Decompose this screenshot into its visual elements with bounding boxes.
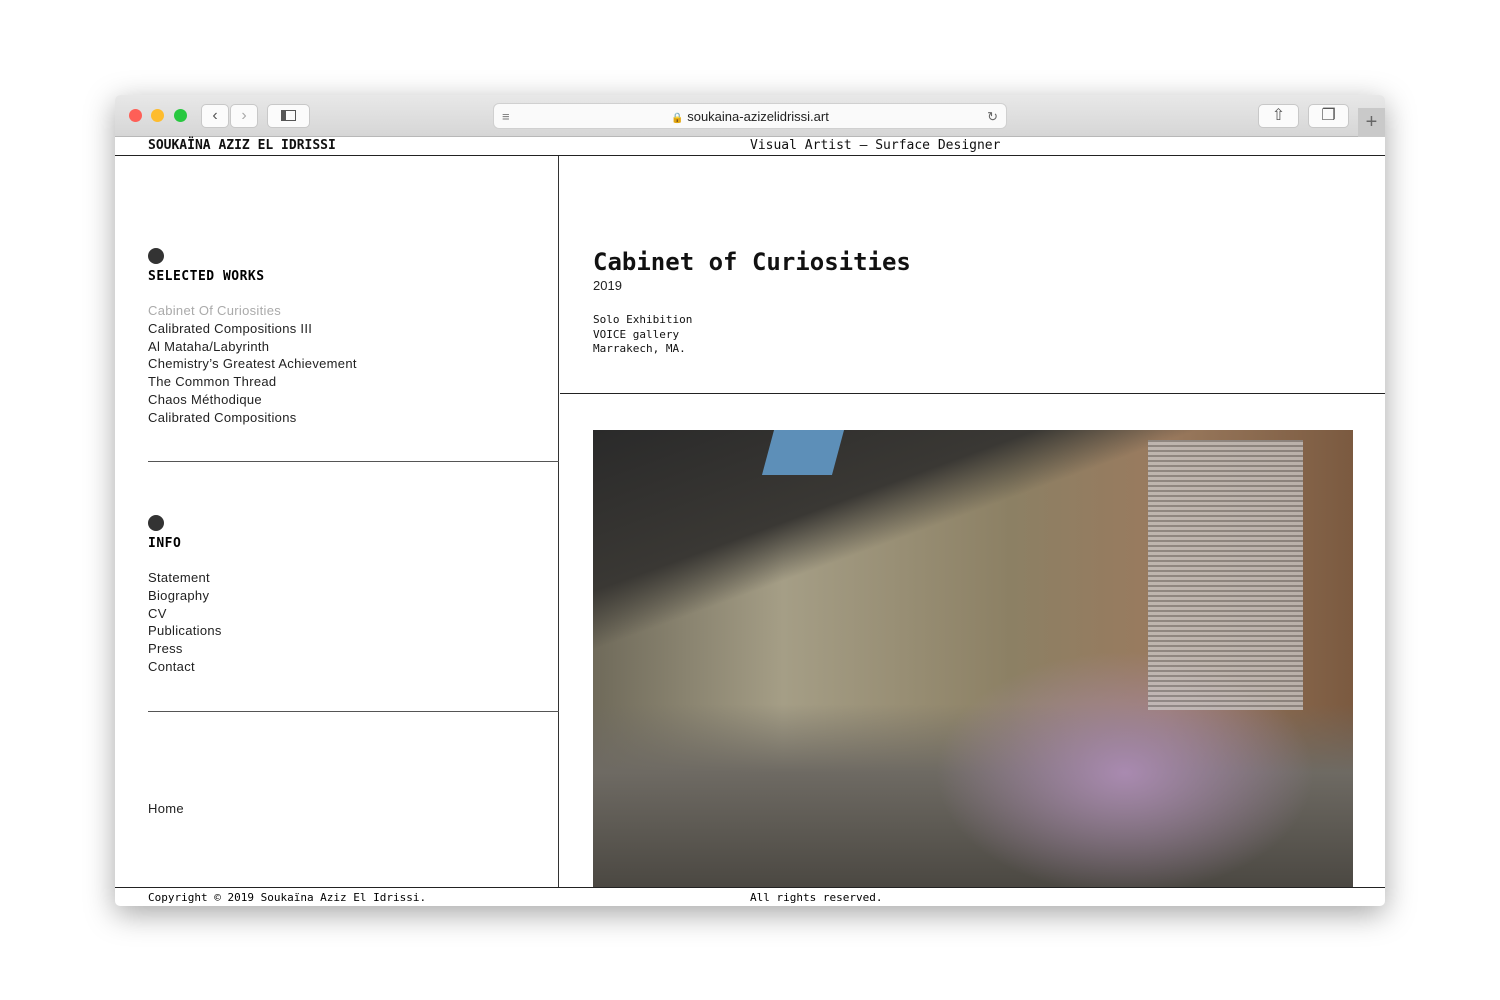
- works-link[interactable]: The Common Thread: [148, 373, 357, 391]
- site-header: SOUKAÏNA AZIZ EL IDRISSI Visual Artist –…: [115, 137, 1385, 156]
- divider: [560, 393, 1385, 394]
- reader-icon[interactable]: ≡: [502, 104, 510, 129]
- browser-window: ‹ › ≡ 🔒 soukaina-azizelidrissi.art ↻ ⇧ ❐…: [115, 95, 1385, 906]
- plus-icon: +: [1365, 111, 1378, 133]
- info-link[interactable]: Publications: [148, 622, 222, 640]
- bullet-icon: [148, 248, 164, 264]
- section-title: SELECTED WORKS: [148, 269, 265, 284]
- address-bar[interactable]: ≡ 🔒 soukaina-azizelidrissi.art ↻: [493, 103, 1007, 129]
- project-content: Cabinet of Curiosities 2019 Solo Exhibit…: [560, 156, 1385, 887]
- exhibition-photo[interactable]: [593, 430, 1353, 887]
- location: Marrakech, MA.: [593, 342, 686, 355]
- rights-text: All rights reserved.: [750, 891, 883, 904]
- gallery-name: VOICE gallery: [593, 327, 680, 341]
- info-section: INFO Statement Biography CV Publications Pre…: [148, 515, 222, 676]
- zoom-button[interactable]: [174, 109, 187, 122]
- hanging-artwork: [1148, 440, 1303, 710]
- info-link[interactable]: Press: [148, 640, 222, 658]
- reload-icon[interactable]: ↻: [987, 104, 998, 129]
- forward-button[interactable]: ›: [230, 104, 258, 128]
- chevron-right-icon: ›: [241, 107, 247, 124]
- divider: [148, 461, 559, 462]
- works-link[interactable]: Al Mataha/Labyrinth: [148, 338, 357, 356]
- minimize-button[interactable]: [151, 109, 164, 122]
- info-link[interactable]: CV: [148, 605, 222, 623]
- url-text: soukaina-azizelidrissi.art: [687, 109, 829, 124]
- copyright-text: Copyright © 2019 Soukaïna Aziz El Idriss…: [148, 891, 427, 904]
- tabs-icon: ❐: [1321, 107, 1336, 124]
- home-link[interactable]: Home: [148, 800, 184, 818]
- info-list: Statement Biography CV Publications Press Con…: [148, 569, 222, 676]
- tabs-button[interactable]: ❐: [1308, 104, 1349, 128]
- project-title: Cabinet of Curiosities: [593, 248, 911, 276]
- share-button[interactable]: ⇧: [1258, 104, 1299, 128]
- back-button[interactable]: ‹: [201, 104, 229, 128]
- works-link[interactable]: Chemistry’s Greatest Achievement: [148, 355, 357, 373]
- site-name-link[interactable]: SOUKAÏNA AZIZ EL IDRISSI: [148, 138, 336, 153]
- project-details: Solo Exhibition VOICE gallery Marrakech,…: [593, 313, 692, 357]
- sidebar-toggle-button[interactable]: [267, 104, 310, 128]
- chevron-left-icon: ‹: [212, 107, 218, 124]
- skylight: [761, 430, 845, 475]
- works-link[interactable]: Calibrated Compositions III: [148, 320, 357, 338]
- bullet-icon: [148, 515, 164, 531]
- sidebar-nav: SELECTED WORKS Cabinet Of Curiosities Cal…: [115, 156, 559, 887]
- lock-icon: 🔒: [671, 113, 684, 124]
- works-link[interactable]: Cabinet Of Curiosities: [148, 302, 357, 320]
- share-icon: ⇧: [1271, 107, 1286, 124]
- divider: [148, 711, 559, 712]
- works-list: Cabinet Of Curiosities Calibrated Composi…: [148, 302, 357, 427]
- works-link[interactable]: Calibrated Compositions: [148, 409, 357, 427]
- close-button[interactable]: [129, 109, 142, 122]
- info-link[interactable]: Statement: [148, 569, 222, 587]
- exhibition-type: Solo Exhibition: [593, 313, 693, 326]
- info-link[interactable]: Contact: [148, 658, 222, 676]
- section-title: INFO: [148, 536, 182, 551]
- new-tab-button[interactable]: +: [1358, 108, 1385, 137]
- project-year: 2019: [593, 278, 622, 293]
- browser-toolbar: ‹ › ≡ 🔒 soukaina-azizelidrissi.art ↻ ⇧ ❐…: [115, 95, 1385, 137]
- works-link[interactable]: Chaos Méthodique: [148, 391, 357, 409]
- site-tagline: Visual Artist – Surface Designer: [750, 138, 1001, 153]
- site-footer: Copyright © 2019 Soukaïna Aziz El Idriss…: [115, 887, 1385, 906]
- selected-works-section: SELECTED WORKS Cabinet Of Curiosities Cal…: [148, 248, 357, 427]
- sidebar-icon: [281, 110, 296, 121]
- info-link[interactable]: Biography: [148, 587, 222, 605]
